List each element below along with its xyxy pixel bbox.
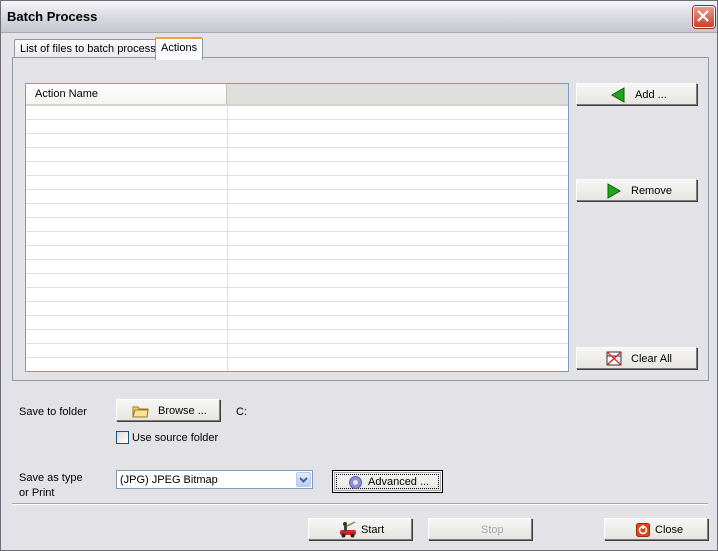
column-header-empty (227, 84, 568, 104)
start-car-icon (340, 521, 356, 538)
save-folder-path: C: (236, 406, 247, 418)
list-row-empty (26, 302, 568, 316)
list-row-empty (26, 148, 568, 162)
list-row-empty (26, 190, 568, 204)
save-type-value: (JPG) JPEG Bitmap (120, 474, 218, 486)
power-off-icon (636, 523, 650, 537)
close-x-icon (697, 10, 709, 22)
chevron-down-icon[interactable] (296, 472, 311, 487)
save-type-select[interactable]: (JPG) JPEG Bitmap (116, 470, 313, 489)
column-separator (227, 106, 228, 371)
list-row-empty (26, 260, 568, 274)
actions-tab-panel: Action Name Add ... Remove Clear All (12, 57, 709, 381)
window-close-button[interactable] (693, 6, 715, 28)
list-row-empty (26, 358, 568, 371)
clear-table-icon (606, 351, 622, 366)
list-row-empty (26, 176, 568, 190)
tab-list-of-files[interactable]: List of files to batch process (14, 39, 162, 59)
list-row-empty (26, 344, 568, 358)
list-header: Action Name (26, 84, 568, 106)
remove-action-button[interactable]: Remove (576, 179, 697, 201)
list-row-empty (26, 120, 568, 134)
list-row-empty (26, 246, 568, 260)
tab-actions[interactable]: Actions (155, 37, 204, 60)
start-button[interactable]: Start (308, 518, 412, 540)
list-row-empty (26, 162, 568, 176)
add-action-button[interactable]: Add ... (576, 83, 697, 105)
close-button[interactable]: Close (604, 518, 708, 540)
use-source-folder-checkbox[interactable] (116, 431, 129, 444)
column-header-action-name[interactable]: Action Name (26, 84, 227, 104)
gear-icon (349, 476, 362, 489)
list-row-empty (26, 106, 568, 120)
list-row-empty (26, 274, 568, 288)
list-row-empty (26, 232, 568, 246)
stop-button[interactable]: Stop (428, 518, 532, 540)
list-row-empty (26, 218, 568, 232)
tab-actions-label: Actions (161, 42, 198, 54)
advanced-button[interactable]: Advanced ... (332, 470, 443, 493)
list-row-empty (26, 330, 568, 344)
save-to-folder-label: Save to folder (19, 406, 87, 418)
save-as-type-label: Save as type (19, 472, 83, 484)
clear-all-button[interactable]: Clear All (576, 347, 697, 369)
list-row-empty (26, 316, 568, 330)
green-left-arrow-icon (611, 87, 625, 103)
footer-separator (12, 503, 708, 505)
or-print-label: or Print (19, 487, 55, 499)
list-row-empty (26, 288, 568, 302)
tab-list-of-files-label: List of files to batch process (20, 43, 156, 55)
green-right-arrow-icon (607, 183, 621, 199)
title-bar[interactable]: Batch Process (1, 1, 717, 33)
window-title: Batch Process (7, 9, 98, 24)
folder-icon (132, 406, 149, 418)
use-source-folder-label[interactable]: Use source folder (132, 432, 218, 444)
actions-list[interactable]: Action Name (25, 83, 569, 372)
batch-process-window: Batch Process List of files to batch pro… (0, 0, 718, 551)
list-row-empty (26, 204, 568, 218)
list-row-empty (26, 134, 568, 148)
browse-button[interactable]: Browse ... (116, 399, 220, 421)
